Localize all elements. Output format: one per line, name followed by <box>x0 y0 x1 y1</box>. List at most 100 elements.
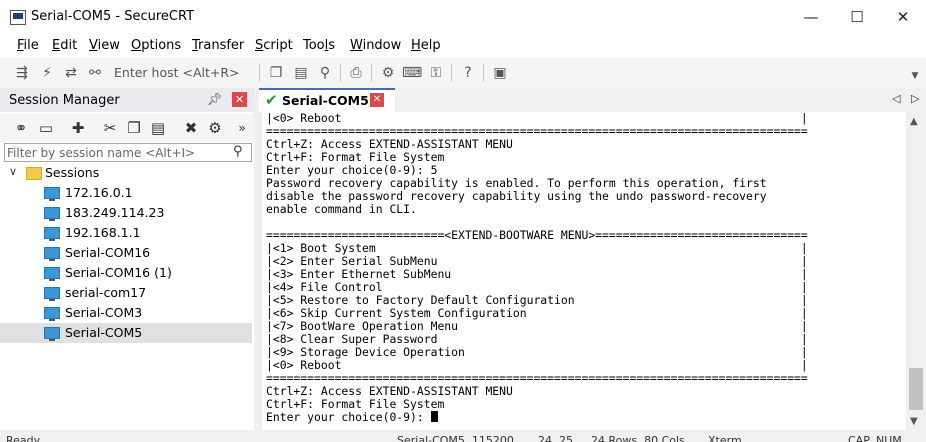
menu-view[interactable]: View <box>89 38 120 53</box>
session-label: Serial-COM5 <box>65 325 143 340</box>
scroll-up-arrow-icon[interactable]: ▲ <box>910 116 918 127</box>
paste-session-icon[interactable]: ▤ <box>148 118 168 138</box>
cut-scissors-icon[interactable]: ✂ <box>100 118 120 138</box>
menu-tools[interactable]: Tools <box>303 38 335 53</box>
close-tab-button[interactable]: ✕ <box>370 93 384 107</box>
maximize-button[interactable]: ☐ <box>834 0 880 34</box>
session-label: Serial-COM16 <box>65 245 151 260</box>
session-label: 172.16.0.1 <box>65 185 133 200</box>
close-session-manager-button[interactable]: ✕ <box>232 92 247 107</box>
session-filter-field: ⚲ <box>4 143 252 162</box>
session-manager-title: Session Manager <box>9 93 120 108</box>
keymap-icon[interactable]: ⌨ <box>402 63 422 83</box>
tab-connect-icon[interactable]: ▭ <box>36 118 56 138</box>
folder-icon <box>26 167 42 180</box>
find-icon[interactable]: ⚲ <box>315 63 335 83</box>
session-item[interactable]: 172.16.0.1 <box>0 183 252 203</box>
tree-folder-sessions[interactable]: ∨ Sessions <box>0 163 252 183</box>
settings-gear-icon[interactable]: ⚙ <box>378 63 398 83</box>
monitor-icon <box>44 287 60 301</box>
session-manager-header: Session Manager 📌︎ ✕ <box>0 88 254 112</box>
sftp-icon[interactable]: ▣ <box>490 63 510 83</box>
session-manager-toolbar: ⚭ ▭ ✚ ✂ ❐ ▤ ✖ ⚙ » <box>0 114 254 142</box>
new-session-plus-icon[interactable]: ✚ <box>68 118 88 138</box>
reconnect-icon[interactable]: ⇄ <box>61 63 81 83</box>
quick-connect-icon[interactable]: ⚡ <box>37 63 57 83</box>
link-connect-icon[interactable]: ⚭ <box>11 118 31 138</box>
help-icon[interactable]: ? <box>458 63 478 83</box>
minimize-button[interactable]: — <box>788 0 834 34</box>
main-toolbar: ⇶ ⚡ ⇄ ⚯ Enter host <Alt+R> ❐ ▤ ⚲ ⎙ ⚙ ⌨ ⚿… <box>0 58 926 89</box>
menu-transfer[interactable]: Transfer <box>192 38 244 53</box>
title-bar: Serial-COM5 - SecureCRT — ☐ ✕ <box>0 0 926 34</box>
print-icon[interactable]: ⎙ <box>346 63 366 83</box>
monitor-icon <box>44 267 60 281</box>
menu-script[interactable]: Script <box>255 38 293 53</box>
key-agent-icon[interactable]: ⚿ <box>426 63 446 83</box>
monitor-icon <box>44 307 60 321</box>
toolbar-separator <box>340 64 341 82</box>
session-label: 183.249.114.23 <box>65 205 165 220</box>
connected-check-icon: ✔ <box>265 91 278 109</box>
text-cursor <box>430 411 438 422</box>
menu-help[interactable]: Help <box>411 38 441 53</box>
window-title: Serial-COM5 - SecureCRT <box>31 9 195 24</box>
folder-label: Sessions <box>45 165 100 180</box>
status-bar: Ready Serial-COM5, 115200 24, 25 24 Rows… <box>0 430 926 442</box>
status-caps: CAP <box>848 434 870 442</box>
scrollbar-thumb[interactable] <box>909 368 923 410</box>
copy-session-icon[interactable]: ❐ <box>124 118 144 138</box>
terminal-view[interactable]: |<0> Reboot | ==========================… <box>262 112 906 430</box>
expand-chevron-icon[interactable]: ∨ <box>9 165 17 178</box>
session-item[interactable]: 183.249.114.23 <box>0 203 252 223</box>
terminal-output: |<0> Reboot | ==========================… <box>266 112 808 424</box>
monitor-icon <box>44 187 60 201</box>
status-terminal-type: Xterm <box>708 434 742 442</box>
session-label: Serial-COM16 (1) <box>65 265 172 280</box>
status-session: Serial-COM5, 115200 <box>397 434 514 442</box>
disconnect-icon[interactable]: ⚯ <box>85 63 105 83</box>
menu-edit[interactable]: Edit <box>52 38 77 53</box>
paste-icon[interactable]: ▤ <box>291 63 311 83</box>
toolbar-separator <box>483 64 484 82</box>
menu-bar: File Edit View Options Transfer Script T… <box>0 34 926 58</box>
session-item[interactable]: 192.168.1.1 <box>0 223 252 243</box>
search-icon[interactable]: ⚲ <box>233 144 243 159</box>
terminal-scrollbar[interactable]: ▲ ▼ <box>906 112 926 430</box>
more-chevron-icon[interactable]: » <box>232 118 252 138</box>
session-manager-pane: Session Manager 📌︎ ✕ ⚭ ▭ ✚ ✂ ❐ ▤ ✖ ⚙ » ⚲… <box>0 88 254 442</box>
status-num: NUM <box>876 434 902 442</box>
session-item[interactable]: Serial-COM3 <box>0 303 252 323</box>
monitor-icon <box>44 247 60 261</box>
session-item[interactable]: serial-com17 <box>0 283 252 303</box>
terminal-prompt: Enter your choice(0-9): <box>266 410 431 424</box>
menu-window[interactable]: Window <box>350 38 401 53</box>
scroll-down-arrow-icon[interactable]: ▼ <box>910 416 918 427</box>
menu-file[interactable]: File <box>17 38 39 53</box>
menu-options[interactable]: Options <box>131 38 181 53</box>
monitor-icon <box>44 207 60 221</box>
session-item-selected[interactable]: Serial-COM5 <box>0 323 252 343</box>
tab-scroll-left-icon[interactable]: ◁ <box>892 92 900 105</box>
securecrt-app-icon <box>10 10 26 25</box>
copy-icon[interactable]: ❐ <box>266 63 286 83</box>
session-item[interactable]: Serial-COM16 <box>0 243 252 263</box>
toolbar-overflow-chevron-icon[interactable]: ▼ <box>905 66 925 86</box>
status-terminal-size: 24 Rows, 80 Cols <box>591 434 685 442</box>
session-filter-input[interactable] <box>7 144 227 161</box>
pin-icon[interactable]: 📌︎ <box>207 92 222 106</box>
tab-serial-com5[interactable]: ✔ Serial-COM5 ✕ <box>259 88 395 112</box>
delete-x-icon[interactable]: ✖ <box>181 118 201 138</box>
toolbar-separator <box>371 64 372 82</box>
properties-gear-icon[interactable]: ⚙ <box>205 118 225 138</box>
close-button[interactable]: ✕ <box>880 0 926 34</box>
connect-icon[interactable]: ⇶ <box>12 63 32 83</box>
tab-label: Serial-COM5 <box>282 93 369 108</box>
enter-host-field[interactable]: Enter host <Alt+R> <box>114 65 240 80</box>
session-label: 192.168.1.1 <box>65 225 141 240</box>
tab-scroll-right-icon[interactable]: ▷ <box>911 92 919 105</box>
session-tab-bar: ✔ Serial-COM5 ✕ ◁ ▷ <box>255 88 926 112</box>
session-item[interactable]: Serial-COM16 (1) <box>0 263 252 283</box>
session-label: Serial-COM3 <box>65 305 143 320</box>
monitor-icon <box>44 327 60 341</box>
